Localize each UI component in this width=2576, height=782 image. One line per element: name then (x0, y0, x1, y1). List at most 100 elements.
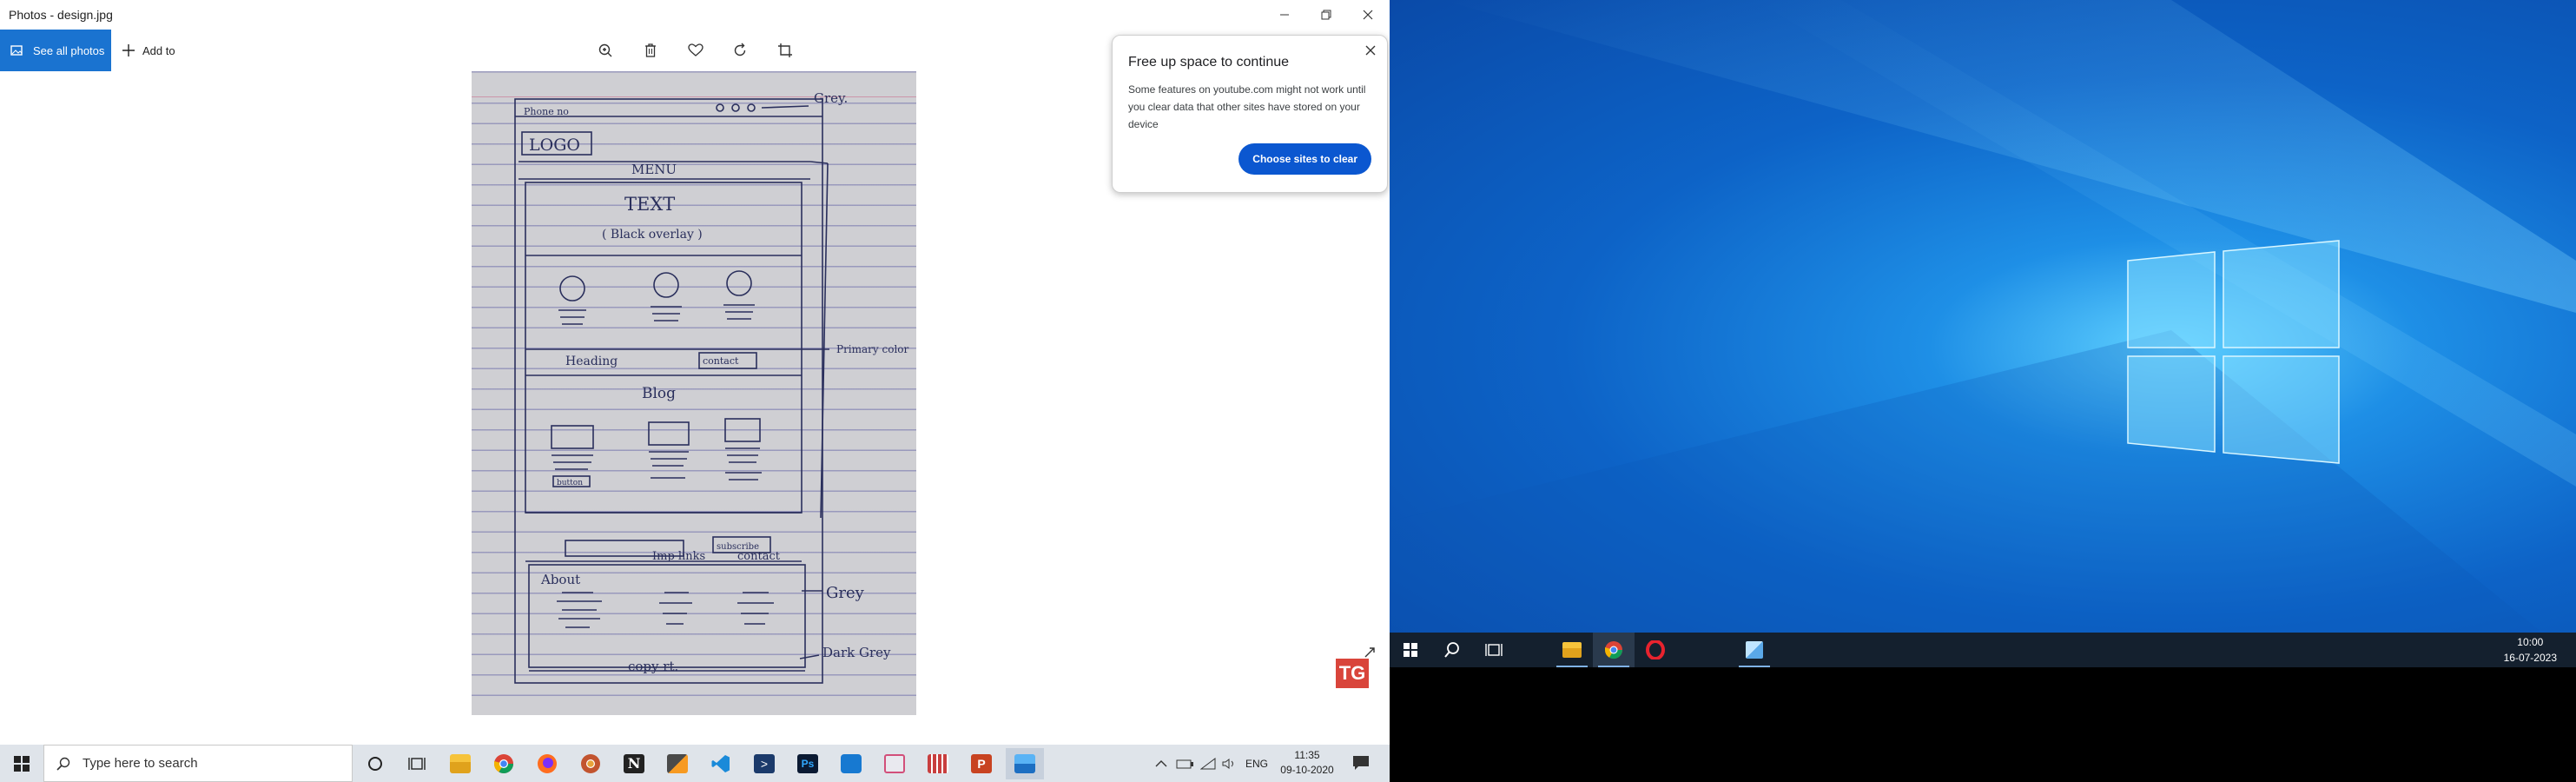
window-title: Photos - design.jpg (9, 8, 113, 22)
taskbar-chrome-canary[interactable] (571, 748, 610, 779)
search-placeholder: Type here to search (83, 756, 198, 771)
left-taskbar: Type here to search N > Ps P ENG 11:35 0… (0, 745, 1390, 782)
taskbar-photos[interactable] (1006, 748, 1044, 779)
title-bar[interactable]: Photos - design.jpg (0, 0, 1390, 30)
cortana-icon (368, 757, 382, 771)
sketch-copyright-label: copy rt. (628, 659, 678, 674)
taskbar-firefox[interactable] (528, 748, 566, 779)
sketch-heading-label: Heading (565, 355, 618, 368)
dual-monitor-desktop: Photos - design.jpg See all photos Add t… (0, 0, 2576, 782)
close-button[interactable] (1347, 0, 1389, 30)
search-icon (1444, 642, 1459, 658)
popup-close-button[interactable] (1363, 43, 1378, 58)
right-taskbar: 10:00 16-07-2023 (1390, 633, 2576, 667)
taskbar-vscode[interactable] (702, 748, 740, 779)
sketch-logo-label: LOGO (529, 136, 580, 155)
crop-button[interactable] (773, 38, 797, 63)
taskbar-clock-right[interactable]: 10:00 16-07-2023 (2504, 634, 2557, 666)
taskbar-photoshop[interactable]: Ps (789, 748, 827, 779)
choose-sites-to-clear-button[interactable]: Choose sites to clear (1238, 143, 1371, 175)
close-icon (1363, 10, 1373, 20)
popup-body: Some features on youtube.com might not w… (1128, 83, 1366, 130)
start-button[interactable] (0, 745, 43, 782)
system-tray: ENG (1155, 745, 1268, 782)
taskbar-file-explorer-right[interactable] (1551, 633, 1593, 667)
rotate-button[interactable] (728, 38, 752, 63)
taskbar-sublime-text[interactable] (658, 748, 697, 779)
crop-icon (778, 43, 792, 57)
task-view-icon (1485, 644, 1503, 656)
windows-wallpaper-logo (1390, 0, 2576, 667)
sketch-grey-top-label: Grey. (814, 90, 848, 106)
sketch-blog-label: Blog (642, 385, 676, 402)
search-button-right[interactable] (1431, 633, 1473, 667)
volume-icon[interactable] (1221, 758, 1237, 770)
search-icon (56, 757, 70, 771)
right-monitor-desktop (1390, 0, 2576, 667)
start-button-right[interactable] (1390, 633, 1431, 667)
sketch-grey-footer-label: Grey (826, 584, 865, 602)
favorite-icon (688, 43, 703, 56)
restore-button[interactable] (1305, 0, 1347, 30)
tg-badge: TG (1336, 659, 1369, 688)
taskbar-calendar[interactable] (919, 748, 957, 779)
taskbar-chrome[interactable] (485, 748, 523, 779)
sketch-phone-label: Phone no (524, 106, 569, 117)
opera-icon (1646, 640, 1665, 659)
taskbar-network-drive-right[interactable] (1734, 633, 1775, 667)
battery-icon[interactable] (1176, 759, 1195, 769)
firefox-icon (538, 754, 557, 773)
powershell-icon: > (754, 754, 775, 773)
sketch-links-label: Imp links (652, 550, 705, 563)
chrome-canary-icon (581, 754, 600, 773)
minimize-icon (1280, 14, 1289, 16)
website-wireframe-sketch: Phone no Grey. LOGO MENU TEXT ( Black ov… (514, 90, 909, 684)
cortana-button[interactable] (356, 748, 394, 779)
network-drive-icon (1746, 641, 1763, 659)
photos-icon (1014, 754, 1035, 773)
popup-title: Free up space to continue (1128, 55, 1290, 70)
snip-icon (884, 754, 905, 773)
language-indicator[interactable]: ENG (1245, 758, 1268, 770)
taskbar-powershell[interactable]: > (745, 748, 783, 779)
taskbar-notion[interactable]: N (615, 748, 653, 779)
photoshop-icon: Ps (797, 754, 818, 773)
chrome-icon (1604, 641, 1623, 659)
rotate-icon (734, 43, 746, 56)
task-view-button[interactable] (398, 748, 436, 779)
add-to-button[interactable]: Add to (122, 30, 175, 71)
taskbar-snip[interactable] (875, 748, 914, 779)
sketch-text-label: TEXT (624, 194, 675, 215)
file-explorer-icon (450, 754, 471, 773)
see-all-photos-label: See all photos (33, 43, 105, 57)
delete-button[interactable] (638, 38, 663, 63)
sketch-dark-grey-label: Dark Grey (822, 645, 891, 660)
task-view-icon (408, 758, 426, 770)
taskbar-clock[interactable]: 11:35 09-10-2020 (1277, 748, 1338, 778)
taskbar-search-box[interactable]: Type here to search (43, 745, 353, 782)
clock-time-right: 10:00 (2517, 636, 2544, 648)
notification-icon[interactable] (1351, 753, 1371, 772)
chevron-up-icon[interactable] (1155, 759, 1167, 768)
taskbar-powerpoint[interactable]: P (962, 748, 1001, 779)
favorite-button[interactable] (684, 38, 708, 63)
sketch-primary-color-label: Primary color (836, 343, 909, 355)
powerpoint-icon: P (971, 754, 992, 773)
sketch-contact-label: contact (703, 355, 739, 367)
sublime-text-icon (667, 754, 688, 773)
chrome-icon (494, 754, 513, 773)
delete-icon (645, 43, 656, 57)
taskbar-file-explorer[interactable] (441, 748, 479, 779)
taskbar-opera-right[interactable] (1635, 633, 1676, 667)
minimize-button[interactable] (1264, 0, 1305, 30)
sketch-menu-label: MENU (631, 162, 677, 177)
zoom-button[interactable] (593, 38, 618, 63)
clock-date-right: 16-07-2023 (2503, 652, 2557, 664)
network-icon[interactable] (1200, 757, 1216, 770)
taskbar-settings[interactable] (832, 748, 870, 779)
task-view-button-right[interactable] (1473, 633, 1515, 667)
sketch-button-label: button (557, 479, 583, 487)
taskbar-chrome-right[interactable] (1593, 633, 1635, 667)
see-all-photos-button[interactable]: See all photos (0, 30, 111, 71)
clock-time: 11:35 (1294, 749, 1320, 761)
